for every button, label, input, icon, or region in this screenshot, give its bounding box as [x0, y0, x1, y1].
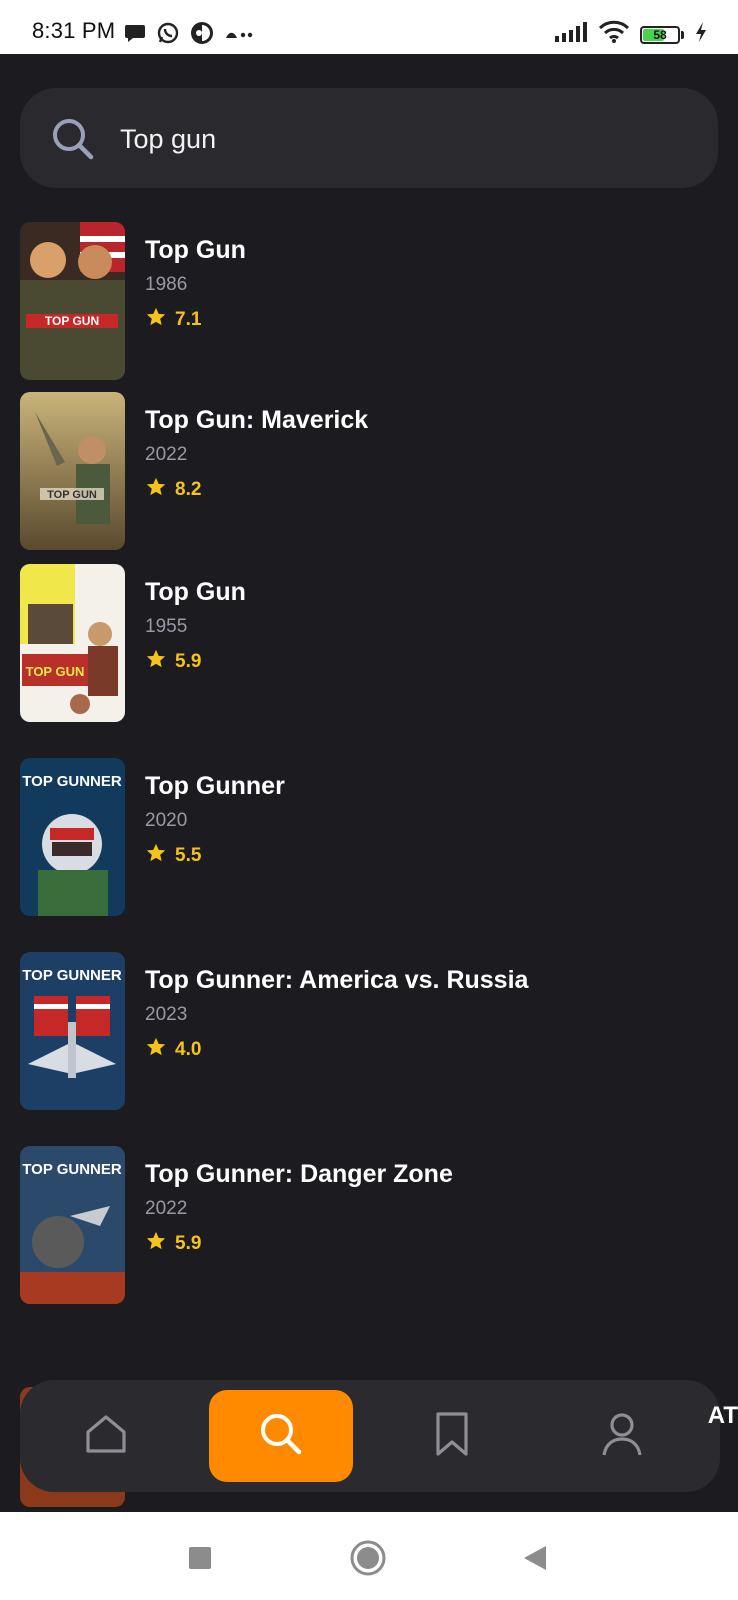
movie-title-partial: AT [707, 1402, 738, 1429]
signal-icon [554, 21, 588, 48]
bookmark-icon [432, 1411, 472, 1462]
movie-year: 2022 [145, 444, 188, 465]
profile-icon [600, 1411, 644, 1462]
rating-value: 5.9 [175, 650, 202, 672]
star-icon [145, 648, 167, 675]
movie-title: Top Gun [145, 578, 246, 606]
poster-title: TOP GUN [26, 664, 85, 679]
nav-home[interactable] [34, 1390, 178, 1482]
movie-poster: TOP GUNNER [20, 758, 125, 916]
wifi-icon [598, 20, 630, 49]
nav-bookmarks[interactable] [380, 1390, 524, 1482]
movie-poster: TOP GUN [20, 564, 125, 722]
rating-value: 4.0 [175, 1038, 202, 1060]
battery-level: 58 [653, 27, 667, 42]
nav-profile[interactable] [550, 1390, 694, 1482]
search-icon [50, 116, 96, 162]
status-time: 8:31 PM [32, 18, 116, 43]
star-icon [145, 1230, 167, 1257]
bottom-navigation [20, 1380, 720, 1492]
more-icon [224, 27, 254, 45]
poster-title: TOP GUN [45, 314, 99, 328]
charging-icon [694, 21, 708, 48]
rating-value: 5.5 [175, 844, 202, 866]
search-icon [256, 1409, 306, 1464]
movie-rating: 5.9 [145, 1230, 201, 1257]
movie-title: Top Gunner: America vs. Russia [145, 966, 529, 994]
poster-title: TOP GUNNER [22, 1161, 122, 1178]
home-icon [83, 1411, 129, 1462]
search-input[interactable] [118, 114, 682, 164]
status-bar: 8:31 PM 58 [0, 0, 738, 54]
movie-year: 2020 [145, 810, 188, 831]
list-item[interactable]: TOP GUNNER Top Gunner: America vs. Russi… [20, 952, 710, 1110]
movie-poster: TOP GUNNER [20, 952, 125, 1110]
movie-title: Top Gun: Maverick [145, 406, 369, 434]
list-item[interactable]: TOP GUNNER Top Gunner 2020 5.5 [20, 758, 710, 916]
movie-rating: 4.0 [145, 1036, 201, 1063]
home-circle-icon[interactable] [350, 1540, 386, 1581]
movie-title: Top Gunner [145, 772, 285, 800]
movie-poster: TOP GUN [20, 392, 125, 550]
movie-year: 1955 [145, 616, 188, 637]
movie-rating: 5.9 [145, 648, 201, 675]
rating-value: 8.2 [175, 478, 202, 500]
star-icon [145, 842, 167, 869]
rating-value: 5.9 [175, 1232, 202, 1254]
movie-title: Top Gunner: Danger Zone [145, 1160, 453, 1188]
rating-value: 7.1 [175, 308, 202, 330]
list-item[interactable]: TOP GUNNER Top Gunner: Danger Zone 2022 … [20, 1146, 710, 1304]
star-icon [145, 1036, 167, 1063]
poster-title: TOP GUNNER [22, 967, 122, 984]
back-triangle-icon[interactable] [522, 1544, 548, 1577]
nav-search[interactable] [209, 1390, 353, 1482]
system-navigation [0, 1512, 738, 1600]
search-bar[interactable] [20, 88, 718, 188]
star-icon [145, 476, 167, 503]
poster-title: TOP GUN [47, 489, 97, 501]
movie-rating: 5.5 [145, 842, 201, 869]
movie-year: 2022 [145, 1198, 188, 1219]
movie-year: 2023 [145, 1004, 188, 1025]
movie-rating: 8.2 [145, 476, 201, 503]
chat-bubble-icon [124, 23, 146, 48]
movie-poster: TOP GUN [20, 222, 125, 380]
movie-title: Top Gun [145, 236, 246, 264]
poster-title: TOP GUNNER [22, 773, 122, 790]
list-item[interactable]: TOP GUN Top Gun: Maverick 2022 8.2 [20, 392, 710, 550]
recents-square-icon[interactable] [188, 1546, 212, 1575]
movie-rating: 7.1 [145, 306, 201, 333]
whatsapp-icon [156, 21, 180, 50]
battery-icon: 58 [640, 25, 684, 44]
app-notification-icon [190, 21, 214, 50]
movie-year: 1986 [145, 274, 188, 295]
list-item[interactable]: TOP GUN Top Gun 1986 7.1 [20, 222, 710, 380]
list-item[interactable]: TOP GUN Top Gun 1955 5.9 [20, 564, 710, 722]
star-icon [145, 306, 167, 333]
movie-poster: TOP GUNNER [20, 1146, 125, 1304]
